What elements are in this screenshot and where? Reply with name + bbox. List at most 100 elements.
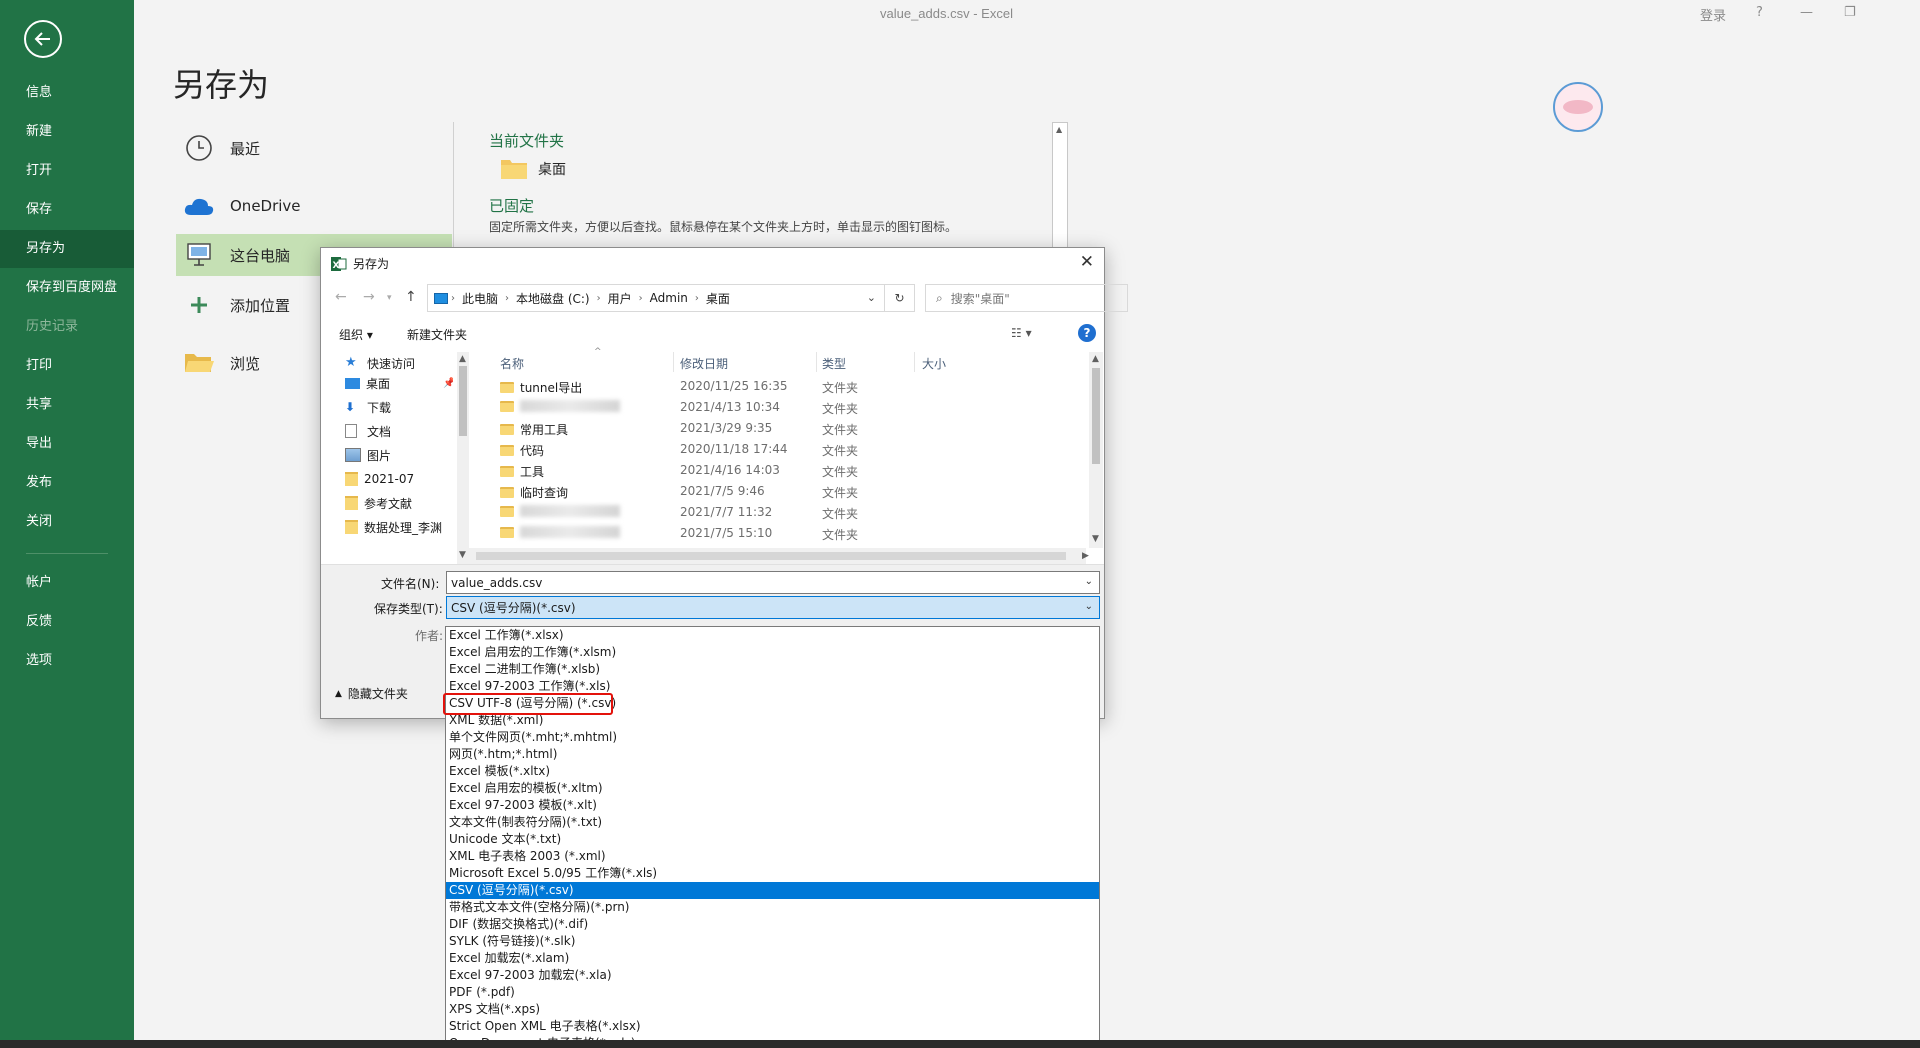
filetype-option[interactable]: Excel 启用宏的工作簿(*.xlsm) [446, 644, 1099, 661]
nav-save-as[interactable]: 另存为 [0, 230, 134, 268]
nav-export[interactable]: 导出 [0, 425, 134, 463]
file-name: 工具 [500, 463, 544, 480]
nav-account[interactable]: 帐户 [0, 564, 134, 602]
nav-info[interactable]: 信息 [0, 74, 134, 112]
author-label: 作者: [415, 629, 444, 643]
filetype-option[interactable]: Excel 97-2003 工作簿(*.xls) [446, 678, 1099, 695]
avatar[interactable] [1553, 82, 1603, 132]
clock-icon [182, 132, 216, 164]
filetype-option[interactable]: DIF (数据交换格式)(*.dif) [446, 916, 1099, 933]
file-type: 文件夹 [822, 381, 859, 395]
file-list-scrollbar[interactable]: ▲ ▼ [1089, 352, 1103, 548]
nav-close[interactable]: 关闭 [0, 503, 134, 541]
filename-value: value_adds.csv [451, 575, 543, 590]
nav-share[interactable]: 共享 [0, 386, 134, 424]
login-link[interactable]: 登录 [1700, 5, 1726, 24]
filetype-option[interactable]: Excel 启用宏的模板(*.xltm) [446, 780, 1099, 797]
filetype-option[interactable]: SYLK (符号链接)(*.slk) [446, 933, 1099, 950]
scroll-right-arrow-icon[interactable]: ▶ [1082, 551, 1089, 561]
nav-publish[interactable]: 发布 [0, 464, 134, 502]
folder-icon [500, 400, 514, 412]
nav-new[interactable]: 新建 [0, 113, 134, 151]
file-row[interactable]: 工具 2021/4/16 14:03 文件夹 [466, 460, 1066, 481]
column-divider [453, 122, 454, 252]
back-button[interactable] [24, 20, 62, 58]
scroll-up-arrow-icon[interactable]: ▲ [1056, 125, 1062, 134]
filetype-option[interactable]: 文本文件(制表符分隔)(*.txt) [446, 814, 1099, 831]
hide-folders-button[interactable]: ▲ 隐藏文件夹 [335, 685, 408, 702]
file-row[interactable]: tunnel导出 2020/11/25 16:35 文件夹 [466, 376, 1066, 397]
chevron-down-icon[interactable]: ⌄ [1085, 576, 1093, 587]
file-type: 文件夹 [822, 402, 859, 416]
filetype-option[interactable]: 带格式文本文件(空格分隔)(*.prn) [446, 899, 1099, 916]
filetype-value: CSV (逗号分隔)(*.csv) [451, 601, 576, 615]
scroll-up-arrow-icon[interactable]: ▲ [1092, 354, 1099, 364]
filetype-option[interactable]: Strict Open XML 电子表格(*.xlsx) [446, 1018, 1099, 1035]
filetype-option[interactable]: Excel 模板(*.xltx) [446, 763, 1099, 780]
file-row[interactable]: 2021/4/13 10:34 文件夹 [466, 397, 1066, 418]
file-row[interactable]: 代码 2020/11/18 17:44 文件夹 [466, 439, 1066, 460]
file-name-text: tunnel导出 [520, 381, 583, 395]
filetype-option[interactable]: PDF (*.pdf) [446, 984, 1099, 1001]
filetype-option[interactable]: XML 数据(*.xml) [446, 712, 1099, 729]
current-folder-heading: 当前文件夹 [489, 132, 565, 150]
nav-options[interactable]: 选项 [0, 642, 134, 680]
file-date: 2020/11/18 17:44 [680, 442, 788, 456]
nav-open[interactable]: 打开 [0, 152, 134, 190]
scroll-thumb[interactable] [1092, 368, 1100, 464]
file-type: 文件夹 [822, 528, 859, 542]
filetype-option[interactable]: XPS 文档(*.xps) [446, 1001, 1099, 1018]
page-scrollbar[interactable]: ▲ [1052, 122, 1068, 252]
filetype-option[interactable]: XML 电子表格 2003 (*.xml) [446, 848, 1099, 865]
current-folder-desktop[interactable]: 桌面 [500, 158, 566, 180]
filetype-option[interactable]: 单个文件网页(*.mht;*.mhtml) [446, 729, 1099, 746]
backstage-sidebar: 信息 新建 打开 保存 另存为 保存到百度网盘 历史记录 打印 共享 导出 发布… [0, 0, 134, 1048]
nav-history: 历史记录 [26, 319, 79, 334]
nav-save[interactable]: 保存 [0, 191, 134, 229]
nav-feedback[interactable]: 反馈 [0, 603, 134, 641]
location-label: 最近 [230, 139, 261, 158]
cloud-icon [182, 190, 216, 222]
filetype-option[interactable]: Excel 97-2003 加载宏(*.xla) [446, 967, 1099, 984]
nav-save-to-baidu[interactable]: 保存到百度网盘 [0, 269, 134, 307]
help-button[interactable]: ? [1756, 5, 1763, 20]
file-name [500, 505, 620, 517]
filetype-option[interactable]: CSV UTF-8 (逗号分隔) (*.csv) [446, 695, 1099, 712]
minimize-button[interactable]: — [1800, 5, 1813, 20]
filetype-option[interactable]: CSV (逗号分隔)(*.csv) [446, 882, 1099, 899]
filename-input[interactable]: value_adds.csv ⌄ [446, 571, 1100, 594]
location-onedrive[interactable]: OneDrive [176, 185, 452, 227]
file-date: 2021/4/13 10:34 [680, 400, 780, 414]
scroll-down-arrow-icon[interactable]: ▼ [1092, 534, 1099, 544]
filetype-option[interactable]: Excel 二进制工作簿(*.xlsb) [446, 661, 1099, 678]
folder-icon [500, 466, 514, 477]
file-type: 文件夹 [822, 423, 859, 437]
file-row[interactable]: 临时查询 2021/7/5 9:46 文件夹 [466, 481, 1066, 502]
filetype-option[interactable]: Excel 工作簿(*.xlsx) [446, 627, 1099, 644]
filetype-select[interactable]: CSV (逗号分隔)(*.csv) ⌄ [446, 596, 1100, 619]
location-label: 添加位置 [230, 296, 291, 315]
scroll-down-arrow-icon[interactable]: ▼ [459, 550, 466, 560]
file-row[interactable]: 2021/7/5 15:10 文件夹 [466, 523, 1066, 544]
location-recent[interactable]: 最近 [176, 127, 452, 169]
chevron-down-icon[interactable]: ⌄ [1085, 601, 1093, 612]
pinned-heading: 已固定 [489, 197, 535, 215]
folder-icon [500, 526, 514, 538]
filetype-option[interactable]: 网页(*.htm;*.html) [446, 746, 1099, 763]
filetype-option[interactable]: Microsoft Excel 5.0/95 工作簿(*.xls) [446, 865, 1099, 882]
nav-print[interactable]: 打印 [0, 347, 134, 385]
location-label: 浏览 [230, 354, 261, 373]
file-row[interactable]: 2021/7/7 11:32 文件夹 [466, 502, 1066, 523]
taskbar [0, 1040, 1920, 1048]
restore-button[interactable]: ❐ [1844, 5, 1856, 20]
page-title: 另存为 [173, 66, 270, 104]
scroll-thumb[interactable] [476, 552, 1066, 560]
file-row[interactable]: 常用工具 2021/3/29 9:35 文件夹 [466, 418, 1066, 439]
filetype-option[interactable]: Excel 加载宏(*.xlam) [446, 950, 1099, 967]
arrow-left-icon [34, 32, 50, 46]
filetype-option[interactable]: Excel 97-2003 模板(*.xlt) [446, 797, 1099, 814]
filetype-option[interactable]: Unicode 文本(*.txt) [446, 831, 1099, 848]
file-name: tunnel导出 [500, 379, 582, 396]
file-list-hscrollbar[interactable]: ▶ [466, 548, 1089, 564]
avatar-image [1563, 100, 1593, 114]
